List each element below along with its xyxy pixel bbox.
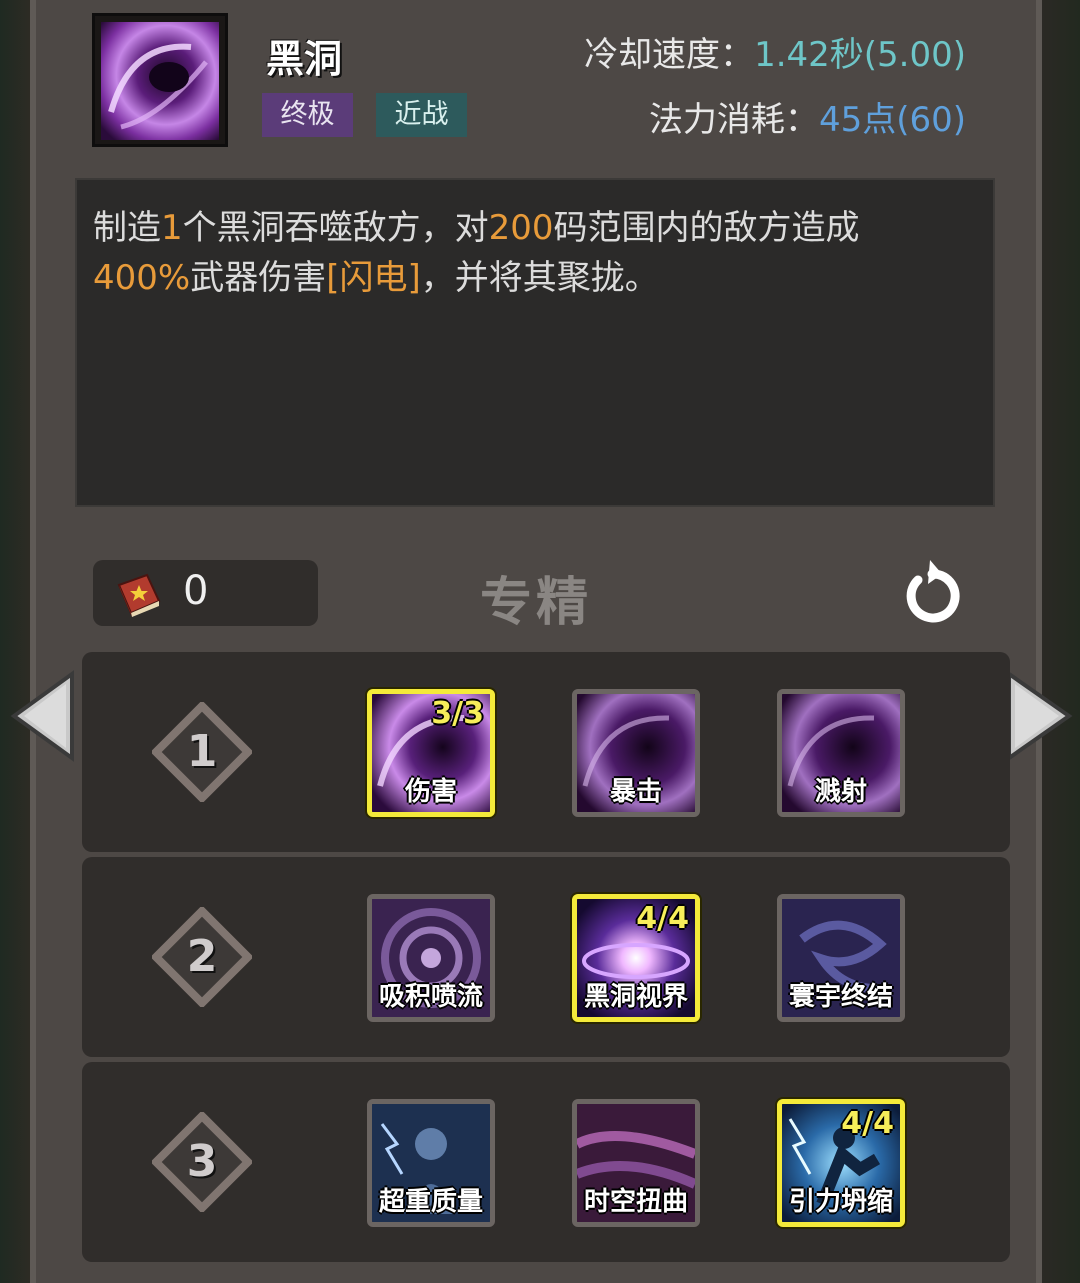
- spec-label: 引力坍缩: [788, 1187, 893, 1217]
- tier-badge: 2: [150, 905, 254, 1009]
- spec-label: 寰宇终结: [788, 982, 893, 1012]
- cooldown-stat: 冷却速度：1.42秒(5.00): [584, 27, 966, 76]
- spec-option-spacetime-warp[interactable]: 时空扭曲: [572, 1099, 700, 1227]
- spec-option-cosmic-end[interactable]: 寰宇终结: [777, 894, 905, 1022]
- spec-label: 吸积喷流: [378, 982, 483, 1012]
- desc-damage: 400%: [93, 258, 191, 298]
- tag-melee: 近战: [376, 93, 467, 137]
- spec-label: 暴击: [609, 777, 662, 807]
- spec-count: 4/4: [636, 901, 689, 936]
- tier-badge: 3: [150, 1110, 254, 1214]
- tier-row-2: 2 吸积喷流 4/4 黑洞视界 寰宇终结: [82, 857, 1010, 1057]
- mana-value: 45点: [818, 100, 897, 140]
- spec-points-value: 0: [183, 568, 209, 614]
- spec-option-supermass[interactable]: 超重质量: [367, 1099, 495, 1227]
- spec-title: 专精: [480, 573, 593, 633]
- spec-option-gravity-collapse[interactable]: 4/4 引力坍缩: [777, 1099, 905, 1227]
- spec-option-damage[interactable]: 3/3 伤害: [367, 689, 495, 817]
- tier-row-1: 1 3/3 伤害 暴击 溅射: [82, 652, 1010, 852]
- mana-stat: 法力消耗：45点(60): [649, 92, 966, 141]
- cooldown-value: 1.42秒: [754, 35, 864, 75]
- desc-count: 1: [161, 208, 183, 248]
- background-right-edge: [1042, 0, 1080, 1283]
- skill-book-icon: [117, 573, 161, 617]
- prev-arrow-icon[interactable]: [10, 670, 76, 762]
- reset-icon[interactable]: [900, 560, 964, 626]
- cooldown-base: (5.00): [863, 35, 966, 75]
- skill-description: 制造1个黑洞吞噬敌方，对200码范围内的敌方造成 400%武器伤害[闪电]，并将其…: [75, 178, 995, 507]
- spec-label: 伤害: [404, 777, 457, 807]
- skill-name: 黑洞: [266, 37, 343, 81]
- spec-option-splash[interactable]: 溅射: [777, 689, 905, 817]
- black-hole-icon: [101, 22, 219, 140]
- tag-ultimate: 终极: [262, 93, 353, 137]
- spec-label: 时空扭曲: [583, 1187, 688, 1217]
- spec-option-event-horizon[interactable]: 4/4 黑洞视界: [572, 894, 700, 1022]
- spec-label: 超重质量: [378, 1187, 483, 1217]
- spec-option-crit[interactable]: 暴击: [572, 689, 700, 817]
- spec-option-accretion-jet[interactable]: 吸积喷流: [367, 894, 495, 1022]
- spec-label: 黑洞视界: [583, 982, 688, 1012]
- tier-row-3: 3 超重质量 时空扭曲 4/4 引力坍缩: [82, 1062, 1010, 1262]
- cooldown-label: 冷却速度：: [584, 35, 755, 75]
- desc-range: 200: [488, 208, 554, 248]
- tier-badge: 1: [150, 700, 254, 804]
- spec-points-box: 0: [93, 560, 318, 626]
- mana-label: 法力消耗：: [648, 100, 819, 140]
- spec-count: 3/3: [431, 696, 484, 731]
- background-left-edge: [0, 0, 30, 1283]
- skill-icon: [92, 13, 228, 147]
- desc-element: [闪电]: [326, 258, 421, 298]
- next-arrow-icon[interactable]: [1005, 670, 1073, 762]
- spec-count: 4/4: [841, 1106, 894, 1141]
- spec-label: 溅射: [814, 777, 867, 807]
- mana-base: (60): [896, 100, 966, 140]
